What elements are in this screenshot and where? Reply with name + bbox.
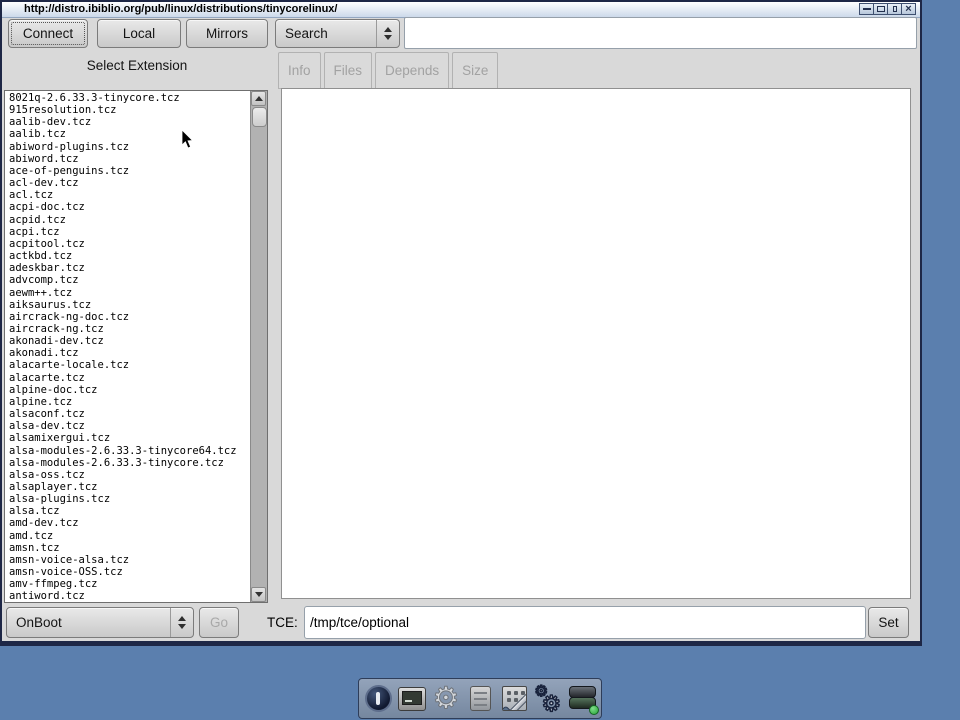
search-input[interactable]	[404, 17, 917, 49]
connect-button-label: Connect	[23, 26, 73, 41]
go-button[interactable]: Go	[199, 607, 239, 638]
list-item-alsa-dev.tcz[interactable]: alsa-dev.tcz	[9, 420, 250, 432]
tce-label: TCE:	[267, 607, 298, 638]
list-item-8021q-2.6.33.3-tinycore.tcz[interactable]: 8021q-2.6.33.3-tinycore.tcz	[9, 92, 250, 104]
dropdown-arrows-icon	[170, 608, 193, 637]
list-item-amsn-voice-oss.tcz[interactable]: amsn-voice-OSS.tcz	[9, 566, 250, 578]
list-item-antiword.tcz[interactable]: antiword.tcz	[9, 590, 250, 602]
apps-gears-icon[interactable]: ⚙ ⚙	[533, 682, 564, 716]
list-item-alsa-oss.tcz[interactable]: alsa-oss.tcz	[9, 469, 250, 481]
list-scrollbar[interactable]	[250, 91, 267, 602]
tab-files[interactable]: Files	[324, 52, 373, 89]
list-item-akonadi-dev.tcz[interactable]: akonadi-dev.tcz	[9, 335, 250, 347]
list-item-abiword.tcz[interactable]: abiword.tcz	[9, 153, 250, 165]
list-item-aircrack-ng.tcz[interactable]: aircrack-ng.tcz	[9, 323, 250, 335]
dock: ⚙ ⚙ ⚙	[358, 678, 602, 719]
titlebar[interactable]: http://distro.ibiblio.org/pub/linux/dist…	[2, 2, 920, 18]
tab-size[interactable]: Size	[452, 52, 498, 89]
settings-gear-icon[interactable]: ⚙	[431, 682, 462, 716]
list-heading: Select Extension	[2, 58, 272, 73]
list-item-aalib-dev.tcz[interactable]: aalib-dev.tcz	[9, 116, 250, 128]
list-item-alsa-modules-2.6.33.3-tinycore64.tcz[interactable]: alsa-modules-2.6.33.3-tinycore64.tcz	[9, 445, 250, 457]
maximize-button[interactable]	[873, 3, 888, 15]
mirrors-button[interactable]: Mirrors	[186, 19, 268, 48]
list-item-aiksaurus.tcz[interactable]: aiksaurus.tcz	[9, 299, 250, 311]
detail-tabs: InfoFilesDependsSize	[278, 52, 498, 89]
close-icon: ×	[905, 4, 911, 14]
list-item-alpine-doc.tcz[interactable]: alpine-doc.tcz	[9, 384, 250, 396]
list-item-amv-ffmpeg.tcz[interactable]: amv-ffmpeg.tcz	[9, 578, 250, 590]
tce-path-input[interactable]	[304, 606, 866, 639]
package-icon[interactable]	[465, 682, 496, 716]
list-item-acl-dev.tcz[interactable]: acl-dev.tcz	[9, 177, 250, 189]
extension-list-rows: 8021q-2.6.33.3-tinycore.tcz915resolution…	[5, 92, 250, 602]
list-item-actkbd.tcz[interactable]: actkbd.tcz	[9, 250, 250, 262]
set-button-label: Set	[878, 615, 898, 630]
close-button[interactable]: ×	[901, 3, 916, 15]
list-item-amsn.tcz[interactable]: amsn.tcz	[9, 542, 250, 554]
terminal-icon[interactable]	[397, 682, 428, 716]
connect-button[interactable]: Connect	[8, 19, 88, 48]
list-item-aircrack-ng-doc.tcz[interactable]: aircrack-ng-doc.tcz	[9, 311, 250, 323]
window-controls: ×	[860, 3, 916, 15]
detail-content-pane	[281, 88, 911, 599]
power-icon[interactable]	[363, 682, 394, 716]
extension-list: 8021q-2.6.33.3-tinycore.tcz915resolution…	[4, 90, 268, 603]
list-item-alacarte-locale.tcz[interactable]: alacarte-locale.tcz	[9, 359, 250, 371]
local-button-label: Local	[123, 26, 155, 41]
list-item-advcomp.tcz[interactable]: advcomp.tcz	[9, 274, 250, 286]
list-item-alsaconf.tcz[interactable]: alsaconf.tcz	[9, 408, 250, 420]
list-item-acpi-doc.tcz[interactable]: acpi-doc.tcz	[9, 201, 250, 213]
list-item-alsa.tcz[interactable]: alsa.tcz	[9, 505, 250, 517]
list-item-acpi.tcz[interactable]: acpi.tcz	[9, 226, 250, 238]
restore-button[interactable]	[887, 3, 902, 15]
window-title: http://distro.ibiblio.org/pub/linux/dist…	[24, 3, 337, 15]
list-item-alsa-plugins.tcz[interactable]: alsa-plugins.tcz	[9, 493, 250, 505]
list-item-aalib.tcz[interactable]: aalib.tcz	[9, 128, 250, 140]
list-item-amsn-voice-alsa.tcz[interactable]: amsn-voice-alsa.tcz	[9, 554, 250, 566]
maximize-icon	[877, 6, 885, 12]
mount-drives-icon[interactable]	[567, 682, 598, 716]
list-item-alpine.tcz[interactable]: alpine.tcz	[9, 396, 250, 408]
list-item-alsa-modules-2.6.33.3-tinycore.tcz[interactable]: alsa-modules-2.6.33.3-tinycore.tcz	[9, 457, 250, 469]
arrow-down-icon	[255, 592, 263, 597]
desktop: { "window": { "title": "http://distro.ib…	[0, 0, 960, 720]
appbrowser-window: http://distro.ibiblio.org/pub/linux/dist…	[0, 0, 922, 646]
list-item-adeskbar.tcz[interactable]: adeskbar.tcz	[9, 262, 250, 274]
mirrors-button-label: Mirrors	[206, 26, 248, 41]
tab-info[interactable]: Info	[278, 52, 321, 89]
control-panel-icon[interactable]	[499, 682, 530, 716]
list-item-ace-of-penguins.tcz[interactable]: ace-of-penguins.tcz	[9, 165, 250, 177]
dropdown-arrows-icon	[376, 20, 399, 47]
list-item-amd-dev.tcz[interactable]: amd-dev.tcz	[9, 517, 250, 529]
go-button-label: Go	[210, 615, 228, 630]
list-item-915resolution.tcz[interactable]: 915resolution.tcz	[9, 104, 250, 116]
list-item-acpid.tcz[interactable]: acpid.tcz	[9, 214, 250, 226]
set-button[interactable]: Set	[868, 607, 909, 638]
list-item-alacarte.tcz[interactable]: alacarte.tcz	[9, 372, 250, 384]
scroll-up-button[interactable]	[251, 91, 266, 106]
scroll-down-button[interactable]	[251, 587, 266, 602]
shade-icon	[863, 8, 871, 10]
scrollbar-thumb[interactable]	[252, 107, 267, 127]
list-item-aewm++.tcz[interactable]: aewm++.tcz	[9, 287, 250, 299]
arrow-up-icon	[255, 96, 263, 101]
list-item-amd.tcz[interactable]: amd.tcz	[9, 530, 250, 542]
install-mode-dropdown[interactable]: OnBoot	[6, 607, 194, 638]
list-item-acpitool.tcz[interactable]: acpitool.tcz	[9, 238, 250, 250]
list-item-abiword-plugins.tcz[interactable]: abiword-plugins.tcz	[9, 141, 250, 153]
install-mode-label: OnBoot	[16, 615, 62, 630]
list-item-acl.tcz[interactable]: acl.tcz	[9, 189, 250, 201]
search-mode-dropdown[interactable]: Search	[275, 19, 400, 48]
search-mode-label: Search	[285, 26, 328, 41]
local-button[interactable]: Local	[97, 19, 181, 48]
list-item-akonadi.tcz[interactable]: akonadi.tcz	[9, 347, 250, 359]
restore-icon	[893, 6, 897, 12]
list-item-alsamixergui.tcz[interactable]: alsamixergui.tcz	[9, 432, 250, 444]
list-item-alsaplayer.tcz[interactable]: alsaplayer.tcz	[9, 481, 250, 493]
tab-depends[interactable]: Depends	[375, 52, 449, 89]
shade-button[interactable]	[859, 3, 874, 15]
